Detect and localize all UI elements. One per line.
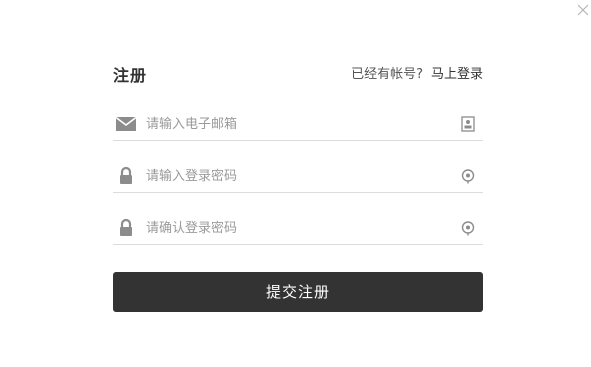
contact-card-icon[interactable] — [461, 116, 475, 132]
eye-icon[interactable] — [461, 220, 475, 236]
login-prompt-text: 已经有帐号? — [351, 67, 423, 82]
register-dialog: 注册 已经有帐号? 马上登录 请输入电子邮箱 提交注册 — [0, 0, 591, 367]
lock-icon — [115, 218, 137, 238]
form-header: 注册 已经有帐号? 马上登录 — [113, 58, 483, 86]
password-field — [113, 160, 483, 193]
close-icon[interactable] — [575, 2, 591, 18]
confirm-password-input[interactable] — [146, 216, 446, 240]
form-title: 注册 — [113, 66, 148, 85]
email-field — [113, 108, 483, 141]
login-link[interactable]: 马上登录 — [431, 67, 483, 82]
register-form: 注册 已经有帐号? 马上登录 请输入电子邮箱 提交注册 — [113, 58, 483, 312]
email-input[interactable] — [146, 112, 446, 136]
eye-icon[interactable] — [461, 168, 475, 184]
lock-icon — [115, 166, 137, 186]
confirm-password-field — [113, 212, 483, 245]
submit-register-button[interactable]: 提交注册 — [113, 272, 483, 312]
envelope-icon — [115, 114, 137, 134]
login-hint: 已经有帐号? 马上登录 — [351, 63, 483, 82]
password-input[interactable] — [146, 164, 446, 188]
